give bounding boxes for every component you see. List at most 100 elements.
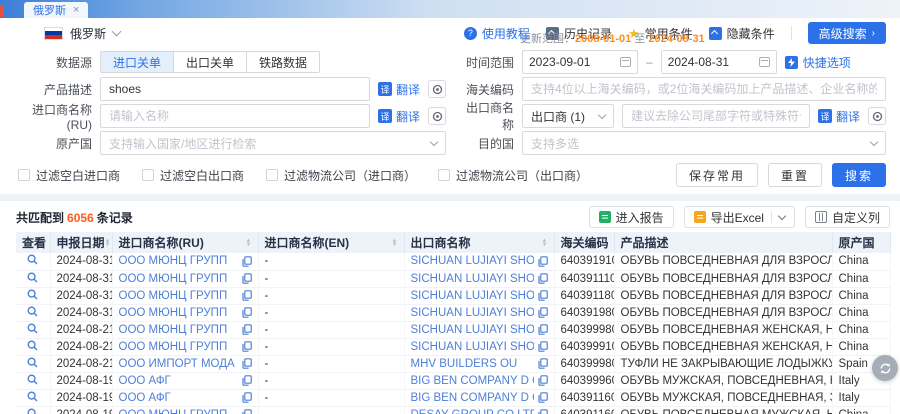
checkbox-icon[interactable]	[142, 169, 154, 181]
translate-button[interactable]: 译 翻译	[378, 81, 420, 98]
importer-ru-cell[interactable]: ООО МЮНЦ ГРУПП	[112, 406, 258, 414]
copy-icon[interactable]	[242, 273, 252, 284]
view-cell[interactable]	[16, 355, 50, 372]
sort-icon[interactable]: ▲▼	[246, 239, 252, 247]
tab-russia[interactable]: 俄罗斯 ×	[24, 2, 88, 18]
importer-ru-cell[interactable]: ООО МЮНЦ ГРУПП	[112, 270, 258, 287]
checkbox-filter-blank-importer[interactable]: 过滤空白进口商	[18, 167, 120, 184]
view-cell[interactable]	[16, 253, 50, 270]
reset-button[interactable]: 重置	[768, 163, 822, 187]
copy-icon[interactable]	[242, 341, 252, 352]
col-exporter[interactable]: 出口商名称▲▼	[404, 232, 554, 253]
exporter-cell[interactable]: SICHUAN LUJIAYI SHOES CO LTD	[404, 253, 554, 270]
table-row[interactable]: 2024-08-31 ООО МЮНЦ ГРУПП - SICHUAN LUJI…	[16, 287, 890, 304]
copy-icon[interactable]	[538, 324, 548, 335]
view-cell[interactable]	[16, 406, 50, 414]
exporter-cell[interactable]: DESAY GROUP CO LTD	[404, 406, 554, 414]
table-row[interactable]: 2024-08-19 ООО АФГ - BIG BEN COMPANY D O…	[16, 372, 890, 389]
exporter-cell[interactable]: SICHUAN LUJIAYI SHOES CO LTD	[404, 270, 554, 287]
search-button[interactable]: 搜索	[832, 163, 886, 187]
view-cell[interactable]	[16, 338, 50, 355]
table-row[interactable]: 2024-08-21 ООО ИМПОРТ МОДА - MHV BUILDER…	[16, 355, 890, 372]
copy-icon[interactable]	[242, 256, 252, 267]
country-selector[interactable]: 俄罗斯	[44, 25, 120, 42]
col-importer-en[interactable]: 进口商名称(EN)▲▼	[258, 232, 404, 253]
table-row[interactable]: 2024-08-31 ООО МЮНЦ ГРУПП - SICHUAN LUJI…	[16, 304, 890, 321]
importer-ru-cell[interactable]: ООО АФГ	[112, 372, 258, 389]
destination-select[interactable]: 支持多选	[522, 131, 886, 155]
view-cell[interactable]	[16, 389, 50, 406]
save-common-button[interactable]: 保存常用	[676, 163, 758, 187]
copy-icon[interactable]	[242, 290, 252, 301]
exporter-cell[interactable]: SICHUAN LUJIAYI SHOES CO LTD	[404, 338, 554, 355]
chevron-down-icon[interactable]	[778, 211, 786, 219]
floating-refresh-widget[interactable]	[872, 355, 898, 381]
importer-ru-cell[interactable]: ООО МЮНЦ ГРУПП	[112, 304, 258, 321]
importer-ru-cell[interactable]: ООО МЮНЦ ГРУПП	[112, 338, 258, 355]
product-input[interactable]	[100, 77, 370, 101]
copy-icon[interactable]	[538, 358, 548, 369]
exporter-cell[interactable]: SICHUAN LUJIAYI SHOES CO LTD	[404, 287, 554, 304]
copy-icon[interactable]	[538, 341, 548, 352]
quick-options-link[interactable]: 快捷选项	[785, 54, 851, 71]
copy-icon[interactable]	[242, 375, 252, 386]
date-from-input[interactable]: 2023-09-01	[522, 50, 638, 74]
col-date[interactable]: 申报日期▲▼	[50, 232, 112, 253]
copy-icon[interactable]	[242, 307, 252, 318]
match-mode-icon[interactable]	[428, 107, 446, 125]
checkbox-icon[interactable]	[438, 169, 450, 181]
table-row[interactable]: 2024-08-21 ООО МЮНЦ ГРУПП - SICHUAN LUJI…	[16, 321, 890, 338]
checkbox-filter-blank-exporter[interactable]: 过滤空白出口商	[142, 167, 244, 184]
view-cell[interactable]	[16, 372, 50, 389]
magnifier-icon[interactable]	[27, 374, 38, 385]
tab-export-declarations[interactable]: 出口关单	[174, 52, 247, 72]
exporter-cell[interactable]: BIG BEN COMPANY D O O FROM BEST T	[404, 389, 554, 406]
importer-ru-cell[interactable]: ООО АФГ	[112, 389, 258, 406]
origin-country-select[interactable]: 支持输入国家/地区进行检索	[100, 131, 446, 155]
magnifier-icon[interactable]	[27, 323, 38, 334]
table-row[interactable]: 2024-08-19 ООО АФГ - BIG BEN COMPANY D O…	[16, 389, 890, 406]
advanced-search-button[interactable]: 高级搜索 ›	[808, 22, 886, 44]
exporter-cell[interactable]: MHV BUILDERS OU	[404, 355, 554, 372]
copy-icon[interactable]	[538, 307, 548, 318]
view-cell[interactable]	[16, 270, 50, 287]
match-mode-icon[interactable]	[428, 80, 446, 98]
magnifier-icon[interactable]	[27, 272, 38, 283]
checkbox-icon[interactable]	[266, 169, 278, 181]
view-cell[interactable]	[16, 304, 50, 321]
copy-icon[interactable]	[242, 358, 252, 369]
table-row[interactable]: 2024-08-21 ООО МЮНЦ ГРУПП - SICHUAN LUJI…	[16, 338, 890, 355]
importer-input[interactable]	[100, 104, 370, 128]
magnifier-icon[interactable]	[27, 254, 38, 265]
importer-ru-cell[interactable]: ООО ИМПОРТ МОДА	[112, 355, 258, 372]
magnifier-icon[interactable]	[27, 408, 38, 414]
view-cell[interactable]	[16, 287, 50, 304]
exporter-cell[interactable]: SICHUAN LUJIAYI SHOES CO LTD	[404, 321, 554, 338]
close-icon[interactable]: ×	[73, 4, 79, 16]
sort-icon[interactable]: ▲▼	[542, 239, 548, 247]
copy-icon[interactable]	[538, 273, 548, 284]
sort-icon[interactable]: ▲▼	[392, 239, 398, 247]
hs-code-input[interactable]	[522, 77, 886, 101]
tab-import-declarations[interactable]: 进口关单	[101, 52, 174, 72]
checkbox-filter-logistics-exporter[interactable]: 过滤物流公司（出口商）	[438, 167, 588, 184]
translate-button-3[interactable]: 译 翻译	[818, 108, 860, 125]
copy-icon[interactable]	[538, 290, 548, 301]
table-row[interactable]: 2024-08-19 ООО МЮНЦ ГРУПП - DESAY GROUP …	[16, 406, 890, 414]
match-mode-icon[interactable]	[868, 107, 886, 125]
importer-ru-cell[interactable]: ООО МЮНЦ ГРУПП	[112, 253, 258, 270]
export-excel-button[interactable]: 导出Excel	[684, 206, 795, 228]
table-row[interactable]: 2024-08-31 ООО МЮНЦ ГРУПП - SICHUAN LUJI…	[16, 270, 890, 287]
magnifier-icon[interactable]	[27, 306, 38, 317]
magnifier-icon[interactable]	[27, 357, 38, 368]
checkbox-filter-logistics-importer[interactable]: 过滤物流公司（进口商）	[266, 167, 416, 184]
translate-button-2[interactable]: 译 翻译	[378, 108, 420, 125]
copy-icon[interactable]	[538, 375, 548, 386]
hide-conditions-link[interactable]: 隐藏条件	[709, 25, 775, 42]
tab-railway-data[interactable]: 铁路数据	[247, 52, 319, 72]
sort-icon[interactable]: ▲▼	[105, 239, 111, 247]
view-cell[interactable]	[16, 321, 50, 338]
magnifier-icon[interactable]	[27, 391, 38, 402]
col-importer-ru[interactable]: 进口商名称(RU)▲▼	[112, 232, 258, 253]
copy-icon[interactable]	[242, 392, 252, 403]
